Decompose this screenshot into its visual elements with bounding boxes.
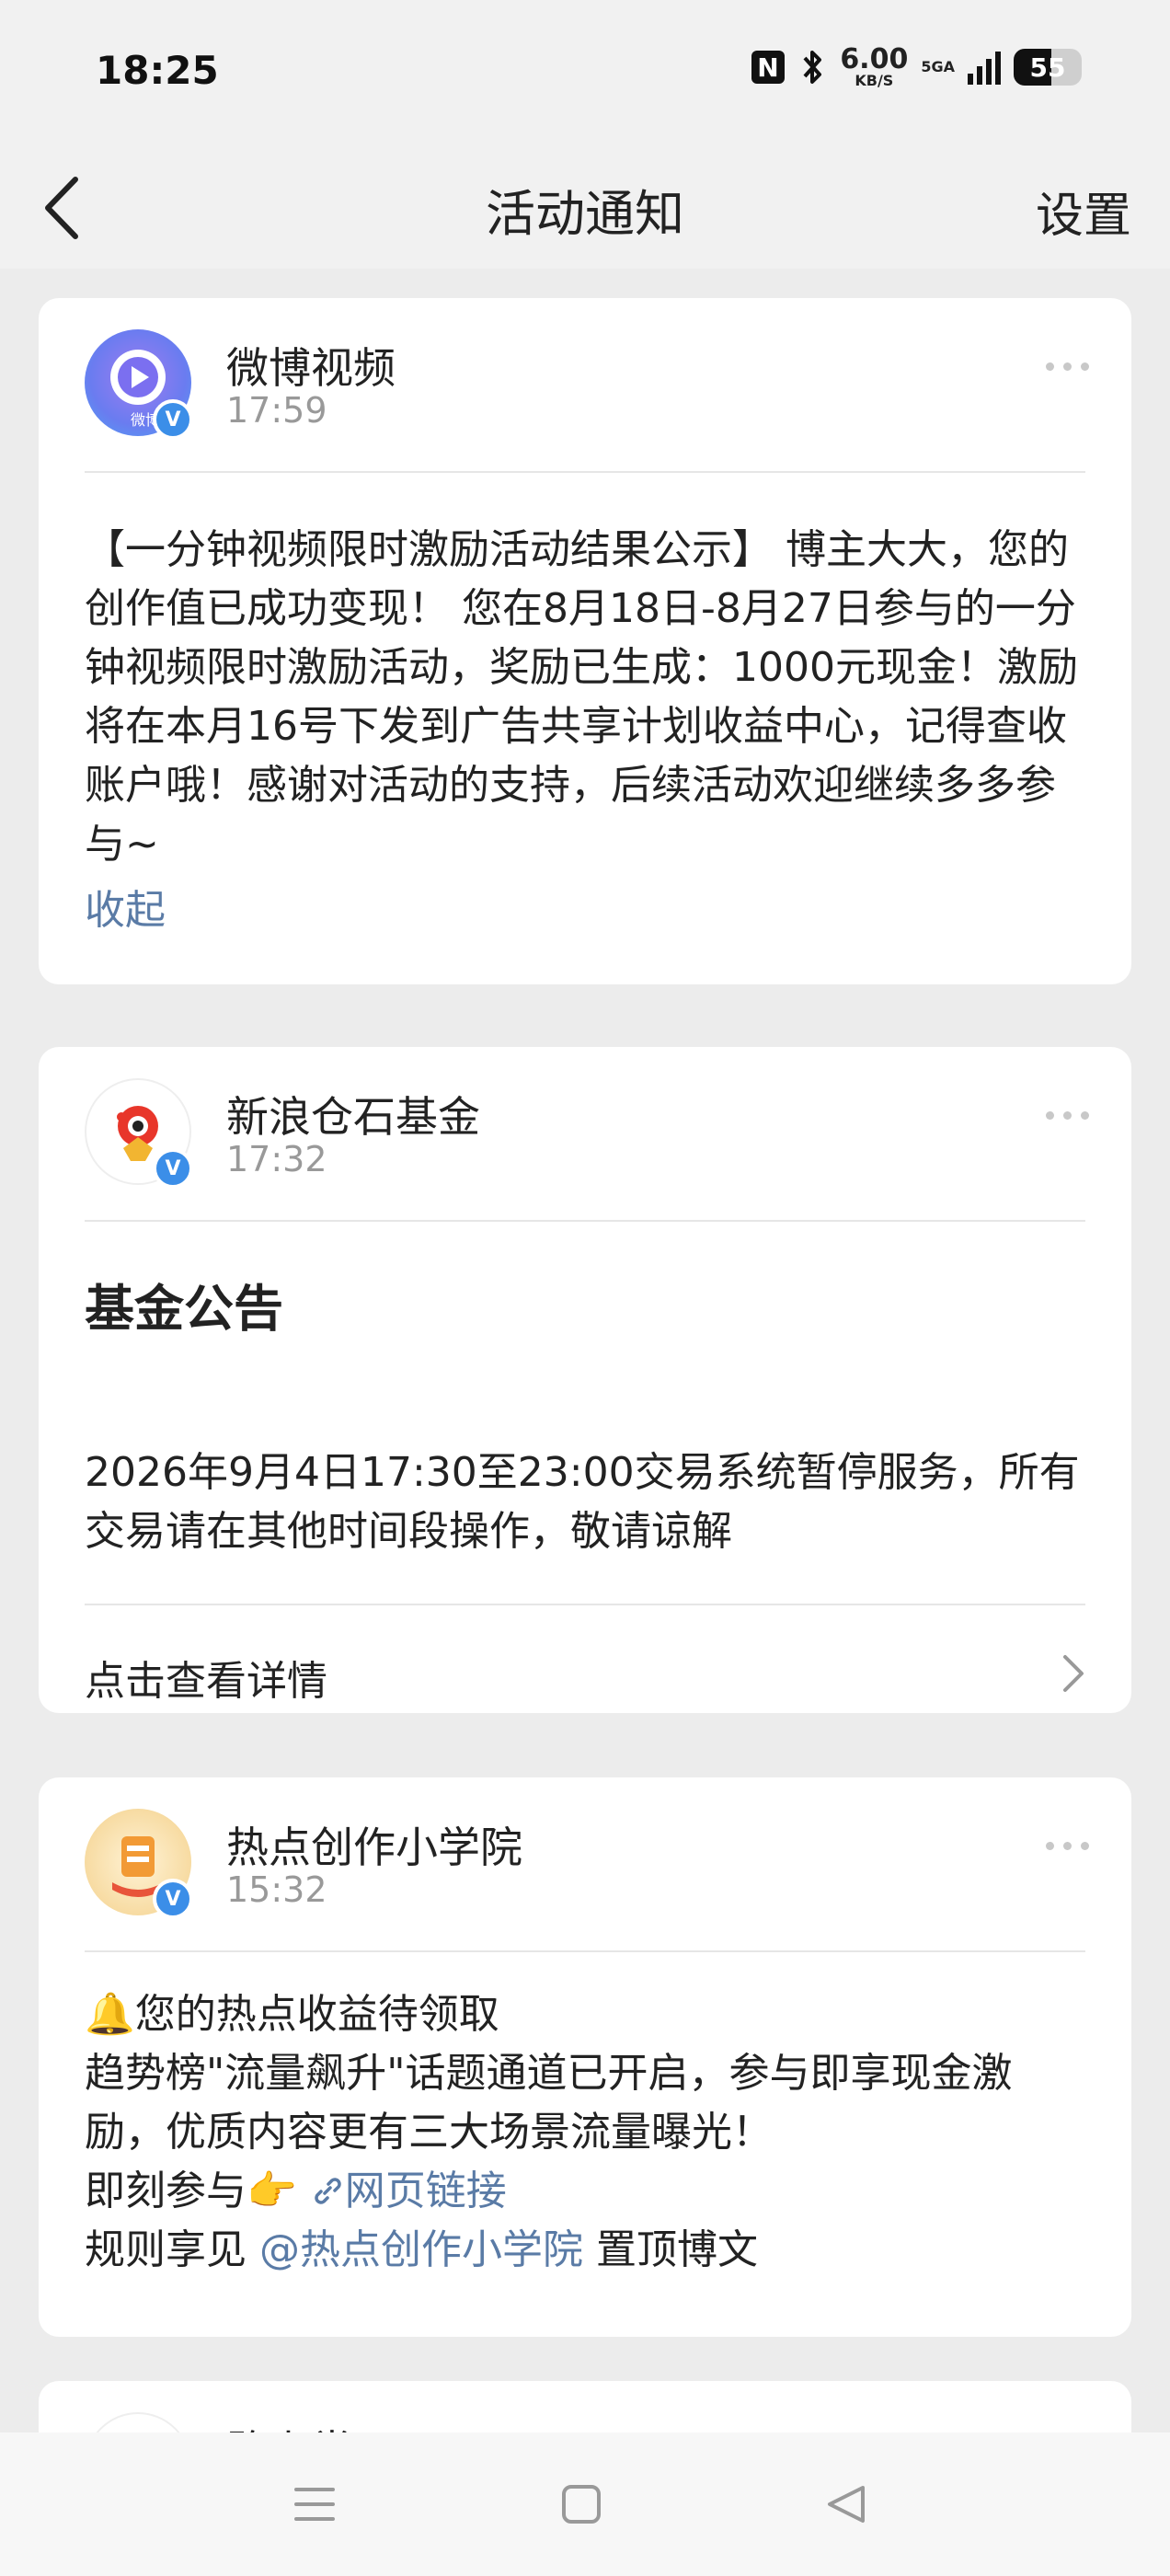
message-line: 🔔您的热点收益待领取 — [85, 1991, 499, 2038]
status-bar: 18:25 N 6.00 KB/S 5GA 55 — [0, 0, 1170, 147]
notification-card: V 热点创作小学院 15:32 🔔您的热点收益待领取 趋势榜"流量飙升"话题通道… — [39, 1777, 1131, 2337]
sender-name[interactable]: 热点创作小学院 — [226, 1814, 522, 1875]
battery-icon: 55 — [1014, 49, 1082, 86]
status-time: 18:25 — [96, 48, 219, 93]
sender-time: 17:59 — [226, 390, 327, 431]
card-header: V 热点创作小学院 15:32 — [39, 1777, 1131, 1950]
pointing-hand-icon: 👉 — [247, 2168, 297, 2214]
verified-badge-icon: V — [153, 1879, 193, 1919]
sender-time: 15:32 — [226, 1869, 327, 1910]
more-icon[interactable] — [1046, 1111, 1089, 1120]
bluetooth-icon — [803, 51, 822, 84]
view-details-label: 点击查看详情 — [85, 1658, 327, 1705]
net-speed: 6.00 KB/S — [840, 43, 909, 89]
collapse-link[interactable]: 收起 — [39, 881, 1131, 940]
card-header: V 新浪仓石基金 17:32 — [39, 1047, 1131, 1220]
network-type: 5GA — [921, 58, 955, 75]
chevron-right-icon — [1063, 1655, 1084, 1692]
sender-name[interactable]: 新浪仓石基金 — [226, 1084, 480, 1144]
status-icons: N 6.00 KB/S 5GA 55 — [750, 46, 1082, 88]
message-line: 即刻参与👉 网页链接 — [85, 2168, 507, 2214]
more-icon[interactable] — [1046, 362, 1089, 371]
nav-bar: 活动通知 设置 — [0, 147, 1170, 269]
page-title: 活动通知 — [486, 185, 684, 243]
notice-title: 基金公告 — [85, 1280, 283, 1338]
back-triangle-icon[interactable] — [824, 2482, 868, 2526]
bell-icon: 🔔 — [85, 1991, 135, 2038]
notification-card: 微博视 V 微博视频 17:59 【一分钟视频限时激励活动结果公示】 博主大大，… — [39, 298, 1131, 984]
message-body: 🔔您的热点收益待领取 趋势榜"流量飙升"话题通道已开启，参与即享现金激励，优质内… — [39, 1952, 1131, 2280]
card-header: 路上党 — [39, 2381, 1131, 2432]
message-line: 规则享见 @热点创作小学院 置顶博文 — [85, 2226, 758, 2273]
notification-card: V 新浪仓石基金 17:32 基金公告 2026年9月4日17:30至23:00… — [39, 1047, 1131, 1713]
link-icon — [315, 2178, 341, 2204]
card-header: 微博视 V 微博视频 17:59 — [39, 298, 1131, 471]
settings-button[interactable]: 设置 — [1036, 177, 1131, 246]
notification-list[interactable]: 微博视 V 微博视频 17:59 【一分钟视频限时激励活动结果公示】 博主大大，… — [0, 269, 1170, 2432]
verified-badge-icon: V — [153, 1148, 193, 1189]
view-details-row[interactable]: 点击查看详情 — [39, 1605, 1131, 1743]
svg-text:N: N — [758, 52, 779, 83]
web-link[interactable]: 网页链接 — [310, 2168, 507, 2214]
notice-text: 2026年9月4日17:30至23:00交易系统暂停服务，所有交易请在其他时间段… — [85, 1449, 1080, 1555]
menu-icon[interactable] — [292, 2482, 337, 2526]
nfc-icon: N — [751, 51, 786, 84]
message-line: 趋势榜"流量飙升"话题通道已开启，参与即享现金激励，优质内容更有三大场景流量曝光… — [85, 2050, 1013, 2156]
sender-time: 17:32 — [226, 1139, 327, 1179]
system-nav-bar — [0, 2432, 1170, 2576]
notification-card: 路上党 — [39, 2381, 1131, 2432]
sender-name[interactable]: 微博视频 — [226, 335, 396, 396]
more-icon[interactable] — [1046, 1842, 1089, 1850]
verified-badge-icon: V — [153, 399, 193, 440]
signal-icon — [968, 50, 1001, 85]
home-square-icon[interactable] — [559, 2482, 603, 2526]
sender-name[interactable]: 路上党 — [226, 2418, 353, 2432]
mention-link[interactable]: @热点创作小学院 — [259, 2226, 583, 2273]
avatar[interactable] — [85, 2412, 191, 2432]
message-body: 【一分钟视频限时激励活动结果公示】 博主大大，您的创作值已成功变现！ 您在8月1… — [85, 526, 1078, 868]
